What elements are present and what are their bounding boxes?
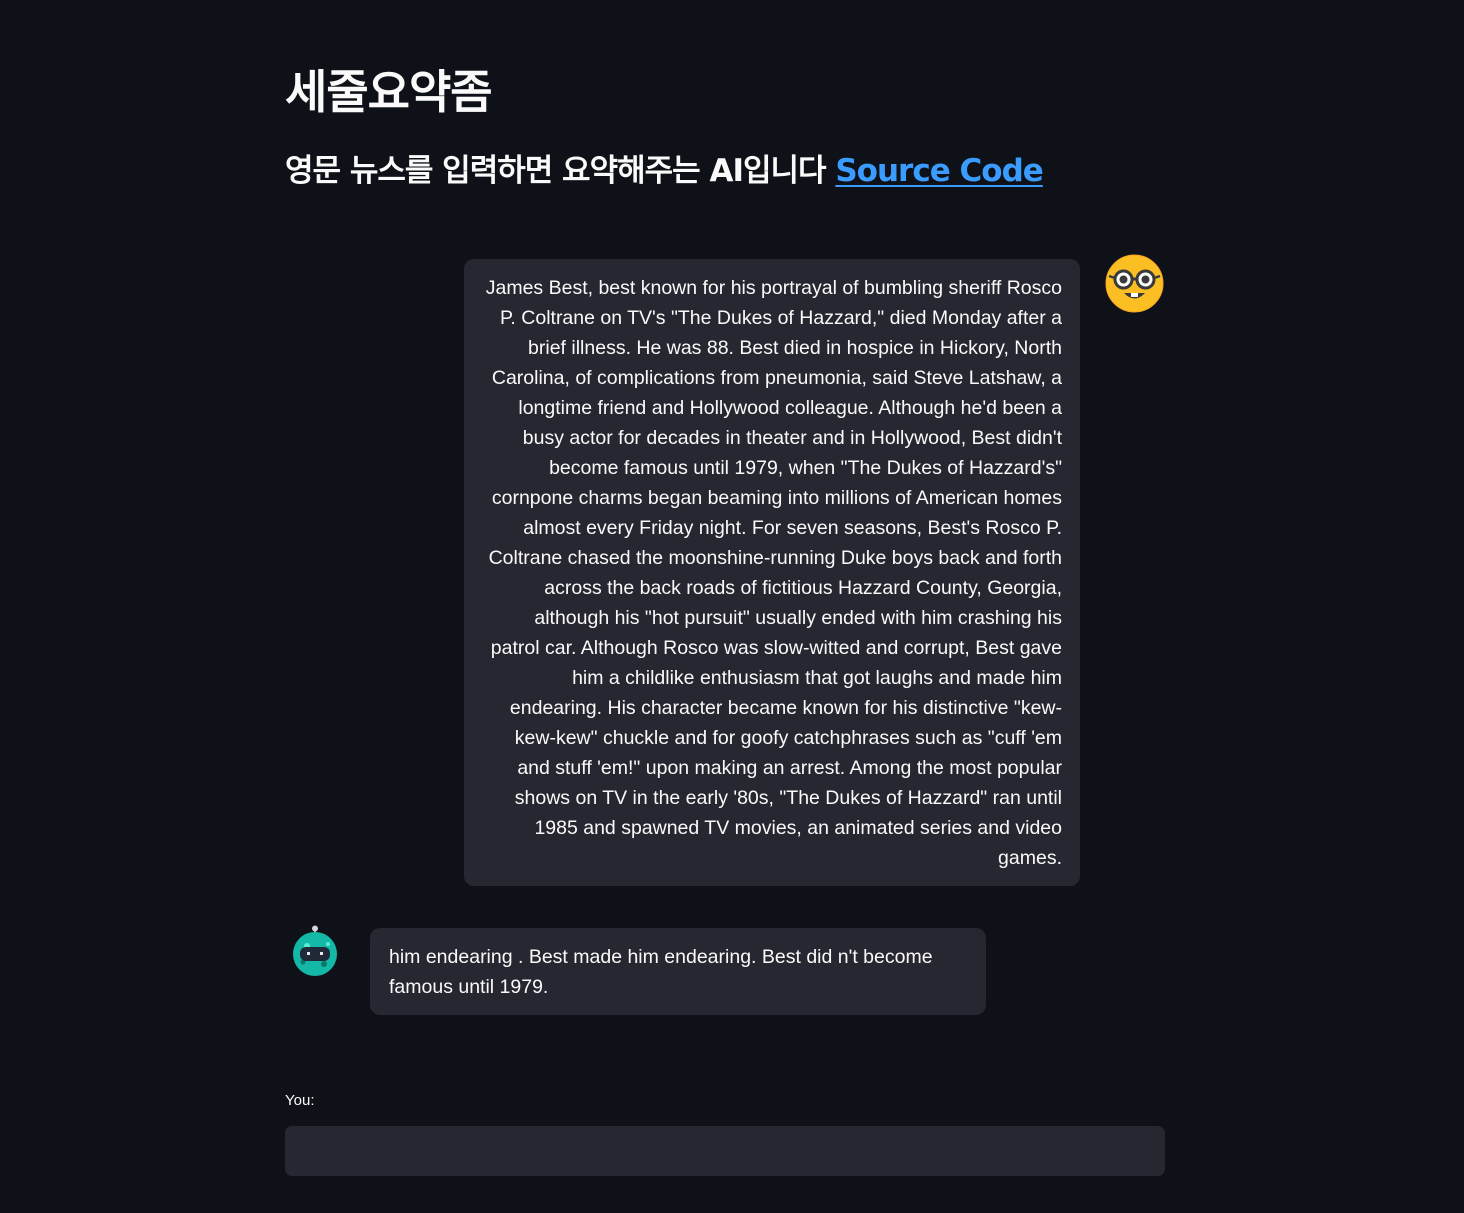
subtitle-text: 영문 뉴스를 입력하면 요약해주는 AI입니다: [285, 153, 827, 189]
robot-avatar-icon: [287, 924, 343, 980]
user-message-bubble: James Best, best known for his portrayal…: [464, 259, 1080, 886]
nerd-face-emoji-icon: [1105, 254, 1164, 313]
page-title: 세줄요약좀: [285, 65, 493, 119]
page-subtitle: 영문 뉴스를 입력하면 요약해주는 AI입니다 Source Code: [285, 146, 1044, 196]
chat-input[interactable]: [285, 1126, 1165, 1176]
bot-message-bubble: him endearing . Best made him endearing.…: [370, 928, 986, 1015]
source-code-link[interactable]: Source Code: [835, 153, 1043, 189]
chat-input-label: You:: [285, 1092, 315, 1109]
user-message-text: James Best, best known for his portrayal…: [485, 277, 1062, 869]
bot-message-text: him endearing . Best made him endearing.…: [389, 946, 933, 998]
